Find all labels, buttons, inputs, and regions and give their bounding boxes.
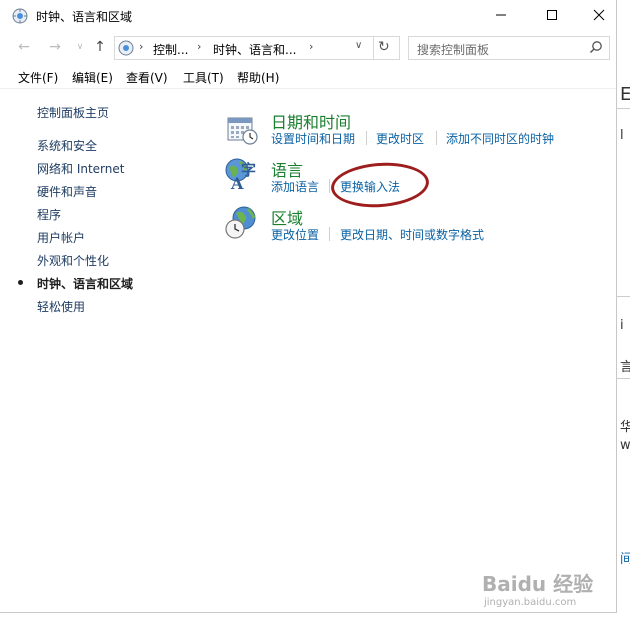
breadcrumb-separator[interactable]: › (197, 40, 201, 53)
background-text: 间 (620, 552, 630, 567)
divider (436, 131, 437, 145)
watermark-brand: Baidu 经验 (482, 572, 594, 596)
active-indicator (18, 280, 23, 285)
sidebar-item-home[interactable]: 控制面板主页 (37, 104, 109, 121)
sidebar-item-user-accounts[interactable]: 用户帐户 (37, 229, 85, 246)
language-icon: A 字 (225, 158, 256, 191)
divider (373, 37, 374, 59)
divider (329, 227, 330, 241)
link-set-time-date[interactable]: 设置时间和日期 (271, 130, 355, 147)
link-add-language[interactable]: 添加语言 (271, 178, 319, 195)
menu-edit[interactable]: 编辑(E) (72, 69, 113, 86)
divider (329, 179, 330, 193)
close-icon (593, 9, 605, 21)
back-button[interactable]: ← (14, 37, 34, 57)
control-panel-window: 时钟、语言和区域 ← → ∨ ↑ › 控制... › 时钟、语言和... › ∨ (0, 0, 617, 613)
control-panel-icon (118, 40, 134, 56)
menu-tools[interactable]: 工具(T) (183, 69, 224, 86)
address-bar[interactable]: › 控制... › 时钟、语言和... › ∨ ↻ (114, 36, 400, 60)
breadcrumb-separator[interactable]: › (309, 40, 313, 53)
forward-button[interactable]: → (45, 37, 65, 57)
search-icon (589, 41, 602, 54)
divider (616, 108, 630, 109)
background-text: 华 (620, 420, 630, 435)
breadcrumb-separator[interactable]: › (139, 40, 143, 53)
sidebar-item-hardware-sound[interactable]: 硬件和声音 (37, 183, 97, 200)
minimize-icon (496, 14, 506, 16)
sidebar-item-programs[interactable]: 程序 (37, 206, 61, 223)
maximize-icon (547, 10, 557, 20)
navigation-bar: ← → ∨ ↑ › 控制... › 时钟、语言和... › ∨ ↻ 搜索控制面板 (0, 34, 616, 62)
refresh-button[interactable]: ↻ (378, 39, 390, 55)
up-button[interactable]: ↑ (90, 37, 110, 57)
annotation-ellipse (329, 159, 431, 211)
sidebar-item-clock-language-region[interactable]: 时钟、语言和区域 (37, 275, 133, 292)
search-input[interactable]: 搜索控制面板 (408, 36, 610, 60)
maximize-button[interactable] (529, 0, 575, 30)
sidebar-item-appearance[interactable]: 外观和个性化 (37, 252, 109, 269)
breadcrumb-clock-language-region[interactable]: 时钟、语言和... (213, 41, 296, 58)
close-button[interactable] (576, 0, 622, 30)
divider (616, 378, 630, 379)
link-add-clocks[interactable]: 添加不同时区的时钟 (446, 130, 554, 147)
window-title: 时钟、语言和区域 (36, 10, 133, 24)
link-change-time-zone[interactable]: 更改时区 (376, 130, 424, 147)
divider (0, 88, 616, 89)
svg-text:字: 字 (241, 161, 256, 179)
calendar-clock-icon (227, 117, 258, 145)
sidebar-item-network[interactable]: 网络和 Internet (37, 160, 124, 177)
address-dropdown[interactable]: ∨ (355, 40, 362, 51)
background-text: i (620, 318, 624, 333)
sidebar-item-ease-of-access[interactable]: 轻松使用 (37, 298, 85, 315)
menu-file[interactable]: 文件(F) (18, 69, 58, 86)
menu-view[interactable]: 查看(V) (126, 69, 168, 86)
minimize-button[interactable] (478, 0, 524, 30)
link-change-date-time-number-format[interactable]: 更改日期、时间或数字格式 (340, 226, 484, 243)
sidebar-item-system-security[interactable]: 系统和安全 (37, 137, 97, 154)
link-change-location[interactable]: 更改位置 (271, 226, 319, 243)
menu-help[interactable]: 帮助(H) (237, 69, 279, 86)
background-text: w (620, 438, 630, 453)
control-panel-icon (12, 8, 28, 24)
background-text: 言 (620, 360, 630, 375)
title-bar[interactable]: 时钟、语言和区域 (0, 0, 616, 32)
background-text: l (620, 128, 624, 143)
search-placeholder: 搜索控制面板 (417, 43, 490, 57)
menu-bar: 文件(F) 编辑(E) 查看(V) 工具(T) 帮助(H) (0, 66, 616, 88)
divider (366, 131, 367, 145)
breadcrumb-control-panel[interactable]: 控制... (153, 41, 188, 58)
divider (616, 296, 630, 297)
background-text: E (620, 84, 630, 105)
watermark-url: jingyan.baidu.com (484, 597, 577, 608)
globe-clock-icon (225, 206, 256, 239)
recent-locations-dropdown[interactable]: ∨ (70, 37, 90, 57)
